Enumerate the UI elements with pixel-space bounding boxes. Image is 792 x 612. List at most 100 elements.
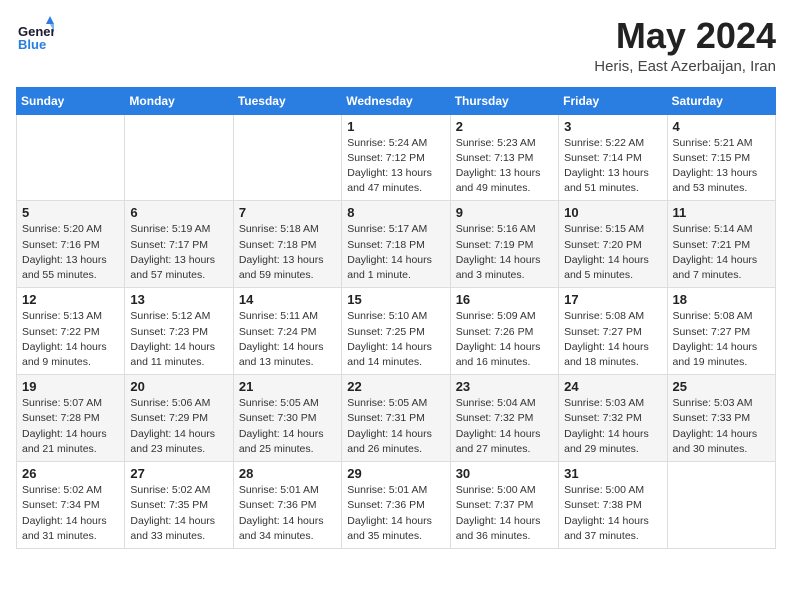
day-info: Sunrise: 5:15 AM Sunset: 7:20 PM Dayligh… [564,222,661,283]
day-number: 22 [347,379,444,394]
month-year: May 2024 [594,16,776,56]
day-number: 10 [564,205,661,220]
title-block: May 2024 Heris, East Azerbaijan, Iran [594,16,776,75]
day-info: Sunrise: 5:23 AM Sunset: 7:13 PM Dayligh… [456,136,553,197]
calendar-week-2: 5 Sunrise: 5:20 AM Sunset: 7:16 PM Daylig… [17,201,776,288]
logo-icon: General Blue [16,16,54,54]
day-info: Sunrise: 5:09 AM Sunset: 7:26 PM Dayligh… [456,309,553,370]
calendar-cell: 21Sunrise: 5:05 AM Sunset: 7:30 PM Dayli… [233,375,341,462]
svg-text:Blue: Blue [18,37,46,52]
header-monday: Monday [125,87,233,114]
calendar-cell: 4Sunrise: 5:21 AM Sunset: 7:15 PM Daylig… [667,114,775,201]
day-info: Sunrise: 5:24 AM Sunset: 7:12 PM Dayligh… [347,136,444,197]
calendar-cell [667,462,775,549]
day-number: 27 [130,466,227,481]
calendar-cell: 31 Sunrise: 5:00 AM Sunset: 7:38 PM Dayli… [559,462,667,549]
day-number: 16 [456,292,553,307]
calendar-cell: 9 Sunrise: 5:16 AM Sunset: 7:19 PM Daylig… [450,201,558,288]
calendar-cell: 13 Sunrise: 5:12 AM Sunset: 7:23 PM Dayli… [125,288,233,375]
calendar-cell: 18Sunrise: 5:08 AM Sunset: 7:27 PM Dayli… [667,288,775,375]
logo: General Blue [16,16,58,54]
header-tuesday: Tuesday [233,87,341,114]
day-info: Sunrise: 5:16 AM Sunset: 7:19 PM Dayligh… [456,222,553,283]
location: Heris, East Azerbaijan, Iran [594,58,776,75]
day-info: Sunrise: 5:00 AM Sunset: 7:37 PM Dayligh… [456,483,553,544]
calendar-cell: 11 Sunrise: 5:14 AM Sunset: 7:21 PM Dayli… [667,201,775,288]
day-number: 31 [564,466,661,481]
calendar-cell: 15Sunrise: 5:10 AM Sunset: 7:25 PM Dayli… [342,288,450,375]
calendar-cell [233,114,341,201]
calendar-cell [17,114,125,201]
calendar-cell: 2 Sunrise: 5:23 AM Sunset: 7:13 PM Daylig… [450,114,558,201]
calendar-cell: 23 Sunrise: 5:04 AM Sunset: 7:32 PM Dayli… [450,375,558,462]
header-sunday: Sunday [17,87,125,114]
day-info: Sunrise: 5:01 AM Sunset: 7:36 PM Dayligh… [347,483,444,544]
calendar-cell: 5 Sunrise: 5:20 AM Sunset: 7:16 PM Daylig… [17,201,125,288]
calendar-cell: 29Sunrise: 5:01 AM Sunset: 7:36 PM Dayli… [342,462,450,549]
day-number: 28 [239,466,336,481]
calendar-cell: 27 Sunrise: 5:02 AM Sunset: 7:35 PM Dayli… [125,462,233,549]
day-info: Sunrise: 5:08 AM Sunset: 7:27 PM Dayligh… [673,309,770,370]
calendar-week-4: 19Sunrise: 5:07 AM Sunset: 7:28 PM Dayli… [17,375,776,462]
day-info: Sunrise: 5:02 AM Sunset: 7:35 PM Dayligh… [130,483,227,544]
calendar-cell: 17Sunrise: 5:08 AM Sunset: 7:27 PM Dayli… [559,288,667,375]
day-info: Sunrise: 5:19 AM Sunset: 7:17 PM Dayligh… [130,222,227,283]
day-info: Sunrise: 5:02 AM Sunset: 7:34 PM Dayligh… [22,483,119,544]
day-info: Sunrise: 5:14 AM Sunset: 7:21 PM Dayligh… [673,222,770,283]
day-number: 11 [673,205,770,220]
day-info: Sunrise: 5:03 AM Sunset: 7:32 PM Dayligh… [564,396,661,457]
day-number: 21 [239,379,336,394]
calendar-week-1: 1Sunrise: 5:24 AM Sunset: 7:12 PM Daylig… [17,114,776,201]
day-number: 25 [673,379,770,394]
calendar-cell: 22 Sunrise: 5:05 AM Sunset: 7:31 PM Dayli… [342,375,450,462]
day-info: Sunrise: 5:21 AM Sunset: 7:15 PM Dayligh… [673,136,770,197]
header-friday: Friday [559,87,667,114]
day-info: Sunrise: 5:03 AM Sunset: 7:33 PM Dayligh… [673,396,770,457]
calendar-cell: 1Sunrise: 5:24 AM Sunset: 7:12 PM Daylig… [342,114,450,201]
calendar-cell: 12Sunrise: 5:13 AM Sunset: 7:22 PM Dayli… [17,288,125,375]
calendar-cell [125,114,233,201]
day-info: Sunrise: 5:17 AM Sunset: 7:18 PM Dayligh… [347,222,444,283]
day-info: Sunrise: 5:13 AM Sunset: 7:22 PM Dayligh… [22,309,119,370]
page-header: General Blue May 2024 Heris, East Azerba… [16,16,776,75]
calendar-cell: 16 Sunrise: 5:09 AM Sunset: 7:26 PM Dayli… [450,288,558,375]
calendar-week-5: 26Sunrise: 5:02 AM Sunset: 7:34 PM Dayli… [17,462,776,549]
day-number: 6 [130,205,227,220]
day-number: 5 [22,205,119,220]
day-number: 14 [239,292,336,307]
day-number: 13 [130,292,227,307]
day-number: 15 [347,292,444,307]
calendar-cell: 19Sunrise: 5:07 AM Sunset: 7:28 PM Dayli… [17,375,125,462]
day-info: Sunrise: 5:01 AM Sunset: 7:36 PM Dayligh… [239,483,336,544]
day-info: Sunrise: 5:11 AM Sunset: 7:24 PM Dayligh… [239,309,336,370]
calendar-cell: 14 Sunrise: 5:11 AM Sunset: 7:24 PM Dayli… [233,288,341,375]
day-info: Sunrise: 5:00 AM Sunset: 7:38 PM Dayligh… [564,483,661,544]
calendar-cell: 3 Sunrise: 5:22 AM Sunset: 7:14 PM Daylig… [559,114,667,201]
day-number: 2 [456,119,553,134]
calendar-cell: 6 Sunrise: 5:19 AM Sunset: 7:17 PM Daylig… [125,201,233,288]
calendar-cell: 7 Sunrise: 5:18 AM Sunset: 7:18 PM Daylig… [233,201,341,288]
day-info: Sunrise: 5:05 AM Sunset: 7:31 PM Dayligh… [347,396,444,457]
day-number: 23 [456,379,553,394]
calendar-cell: 25 Sunrise: 5:03 AM Sunset: 7:33 PM Dayli… [667,375,775,462]
day-number: 30 [456,466,553,481]
day-number: 9 [456,205,553,220]
day-info: Sunrise: 5:20 AM Sunset: 7:16 PM Dayligh… [22,222,119,283]
header-thursday: Thursday [450,87,558,114]
day-info: Sunrise: 5:08 AM Sunset: 7:27 PM Dayligh… [564,309,661,370]
day-number: 8 [347,205,444,220]
day-info: Sunrise: 5:04 AM Sunset: 7:32 PM Dayligh… [456,396,553,457]
calendar-cell: 10 Sunrise: 5:15 AM Sunset: 7:20 PM Dayli… [559,201,667,288]
day-info: Sunrise: 5:22 AM Sunset: 7:14 PM Dayligh… [564,136,661,197]
day-number: 3 [564,119,661,134]
day-info: Sunrise: 5:06 AM Sunset: 7:29 PM Dayligh… [130,396,227,457]
day-info: Sunrise: 5:12 AM Sunset: 7:23 PM Dayligh… [130,309,227,370]
calendar-table: Sunday Monday Tuesday Wednesday Thursday… [16,87,776,549]
calendar-cell: 24Sunrise: 5:03 AM Sunset: 7:32 PM Dayli… [559,375,667,462]
day-number: 7 [239,205,336,220]
day-info: Sunrise: 5:18 AM Sunset: 7:18 PM Dayligh… [239,222,336,283]
calendar-week-3: 12Sunrise: 5:13 AM Sunset: 7:22 PM Dayli… [17,288,776,375]
calendar-cell: 28 Sunrise: 5:01 AM Sunset: 7:36 PM Dayli… [233,462,341,549]
day-number: 20 [130,379,227,394]
header-saturday: Saturday [667,87,775,114]
